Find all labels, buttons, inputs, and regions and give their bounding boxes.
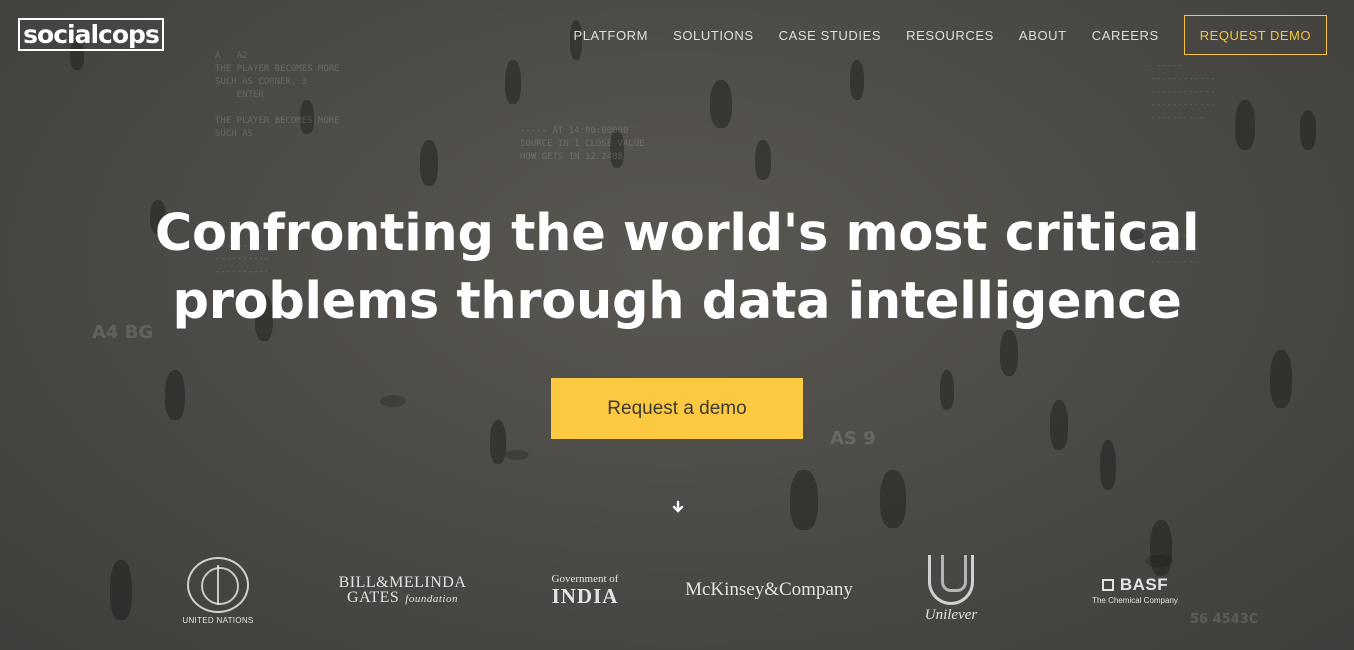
nav-about[interactable]: ABOUT [1019,28,1067,43]
nav-case-studies[interactable]: CASE STUDIES [779,28,882,43]
basf-square-icon [1101,579,1114,591]
main-nav: PLATFORM SOLUTIONS CASE STUDIES RESOURCE… [573,15,1327,55]
mckinsey-logo: McKinsey&Company [685,579,853,600]
arrow-down-icon[interactable] [670,500,686,516]
hero-section: A A2 THE PLAYER BECOMES MORE SUCH AS COR… [0,0,1354,650]
partner-logos: UNITED NATIONS BILL&MELINDA GATES foundat… [0,553,1354,628]
headline-line-2: problems through [172,272,702,331]
government-of-india-logo: Government of INDIA [551,573,619,608]
unilever-logo: Unilever [915,555,987,624]
nav-resources[interactable]: RESOURCES [906,28,994,43]
unilever-mark-icon [928,555,974,605]
united-nations-logo: UNITED NATIONS [178,557,258,625]
headline-line-1: Confronting the world's most critical [154,204,1200,263]
nav-platform[interactable]: PLATFORM [573,28,648,43]
nav-solutions[interactable]: SOLUTIONS [673,28,754,43]
basf-logo: BASF The Chemical Company [1092,575,1178,605]
request-demo-nav-button[interactable]: REQUEST DEMO [1183,15,1327,55]
socialcops-logo[interactable]: socialcops [18,18,164,51]
hero-headline: Confronting the world's most critical pr… [0,200,1354,336]
request-a-demo-button[interactable]: Request a demo [551,378,803,439]
gates-foundation-logo: BILL&MELINDA GATES foundation [338,574,467,606]
nav-careers[interactable]: CAREERS [1092,28,1159,43]
un-emblem-icon [187,557,249,613]
headline-highlight: data intelligence [701,272,1182,331]
